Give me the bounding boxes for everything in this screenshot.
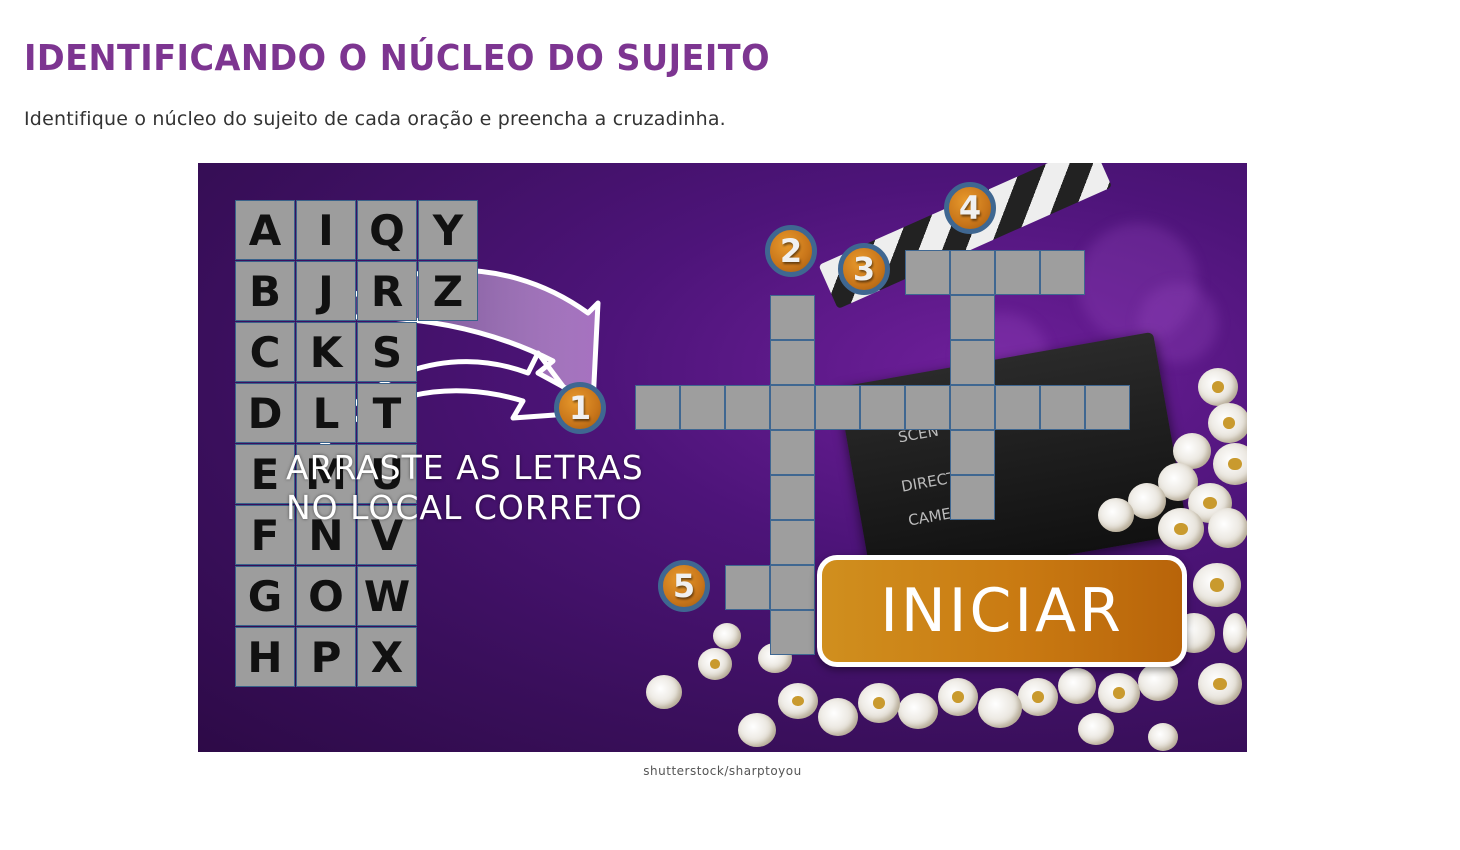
start-button[interactable]: INICIAR bbox=[817, 555, 1187, 667]
crossword-cell[interactable] bbox=[995, 385, 1040, 430]
crossword-cell[interactable] bbox=[905, 385, 950, 430]
clapboard bbox=[837, 331, 1189, 590]
crossword-game: SCEN DIRECT CAME A I Q Y B J R Z C K S D… bbox=[198, 163, 1247, 752]
crossword-cell[interactable] bbox=[680, 385, 725, 430]
clue-number-1: 1 bbox=[554, 382, 606, 434]
crossword-cell[interactable] bbox=[725, 385, 770, 430]
crossword-cell[interactable] bbox=[725, 565, 770, 610]
letter-tile[interactable]: K bbox=[296, 322, 356, 382]
crossword-cell[interactable] bbox=[950, 250, 995, 295]
instructions-text: Identifique o núcleo do sujeito de cada … bbox=[24, 108, 726, 130]
page-title: IDENTIFICANDO O NÚCLEO DO SUJEITO bbox=[24, 38, 771, 79]
letter-tile[interactable]: C bbox=[235, 322, 295, 382]
crossword-cell[interactable] bbox=[770, 520, 815, 565]
letter-tile[interactable]: Y bbox=[418, 200, 478, 260]
crossword-cell[interactable] bbox=[950, 385, 995, 430]
crossword-cell[interactable] bbox=[860, 385, 905, 430]
crossword-cell[interactable] bbox=[770, 340, 815, 385]
clue-number-3: 3 bbox=[838, 243, 890, 295]
letter-tile[interactable]: S bbox=[357, 322, 417, 382]
letter-tile[interactable]: L bbox=[296, 383, 356, 443]
crossword-cell[interactable] bbox=[635, 385, 680, 430]
crossword-cell[interactable] bbox=[950, 475, 995, 520]
clue-number-2: 2 bbox=[765, 225, 817, 277]
clue-number-4: 4 bbox=[944, 182, 996, 234]
letter-tile[interactable]: I bbox=[296, 200, 356, 260]
letter-tile[interactable]: G bbox=[235, 566, 295, 626]
crossword-cell[interactable] bbox=[1040, 385, 1085, 430]
crossword-cell[interactable] bbox=[950, 340, 995, 385]
crossword-cell[interactable] bbox=[905, 250, 950, 295]
letter-tile[interactable]: B bbox=[235, 261, 295, 321]
letter-tile[interactable]: H bbox=[235, 627, 295, 687]
clue-number-5: 5 bbox=[658, 560, 710, 612]
crossword-cell[interactable] bbox=[815, 385, 860, 430]
letter-tile[interactable]: T bbox=[357, 383, 417, 443]
drag-instruction-line: NO LOCAL CORRETO bbox=[286, 488, 643, 527]
drag-instruction: ARRASTE AS LETRAS NO LOCAL CORRETO bbox=[286, 448, 644, 528]
letter-tile[interactable]: P bbox=[296, 627, 356, 687]
letter-tile[interactable]: A bbox=[235, 200, 295, 260]
crossword-cell[interactable] bbox=[770, 565, 815, 610]
crossword-cell[interactable] bbox=[770, 385, 815, 430]
crossword-cell[interactable] bbox=[1085, 385, 1130, 430]
crossword-cell[interactable] bbox=[770, 610, 815, 655]
crossword-cell[interactable] bbox=[950, 295, 995, 340]
image-credit: shutterstock/sharptoyou bbox=[643, 764, 802, 778]
crossword-cell[interactable] bbox=[770, 295, 815, 340]
letter-tile[interactable]: X bbox=[357, 627, 417, 687]
crossword-cell[interactable] bbox=[995, 250, 1040, 295]
letter-tile[interactable]: D bbox=[235, 383, 295, 443]
crossword-cell[interactable] bbox=[1040, 250, 1085, 295]
letter-tile[interactable]: J bbox=[296, 261, 356, 321]
letter-tile[interactable]: O bbox=[296, 566, 356, 626]
letter-tile[interactable]: R bbox=[357, 261, 417, 321]
crossword-cell[interactable] bbox=[770, 475, 815, 520]
drag-instruction-line: ARRASTE AS LETRAS bbox=[286, 448, 644, 487]
letter-tile[interactable]: Q bbox=[357, 200, 417, 260]
letter-tile[interactable]: Z bbox=[418, 261, 478, 321]
letter-tile[interactable]: W bbox=[357, 566, 417, 626]
crossword-cell[interactable] bbox=[770, 430, 815, 475]
crossword-cell[interactable] bbox=[950, 430, 995, 475]
